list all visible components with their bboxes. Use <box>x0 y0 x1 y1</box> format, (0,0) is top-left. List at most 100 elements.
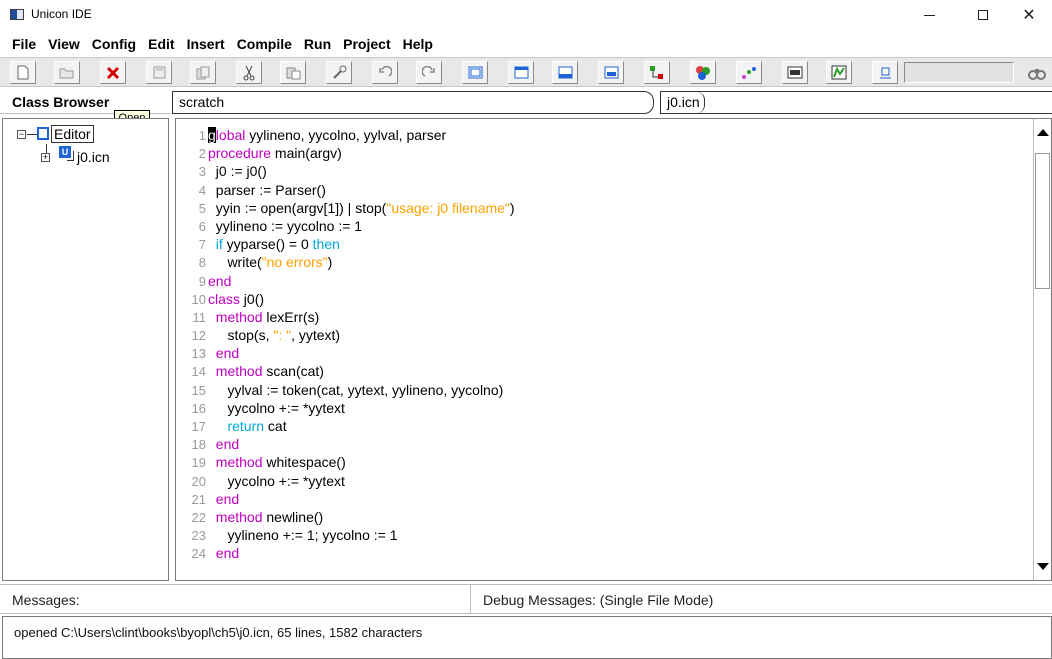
code-line[interactable]: 20 yycolno +:= *yytext <box>176 472 1031 490</box>
code-line[interactable]: 7 if yyparse() = 0 then <box>176 235 1031 253</box>
minimize-button[interactable] <box>906 0 952 30</box>
line-number: 12 <box>191 328 206 344</box>
compile-icon <box>650 66 663 79</box>
layout-4-button[interactable] <box>598 61 624 84</box>
code-token: main(argv) <box>271 145 342 162</box>
menu-edit[interactable]: Edit <box>142 34 180 54</box>
code-line[interactable]: 9 end <box>176 272 1031 290</box>
tab-scratch[interactable]: scratch <box>172 91 654 114</box>
line-number: 21 <box>191 491 206 507</box>
menu-help[interactable]: Help <box>397 34 439 54</box>
class-browser-label: Class Browser <box>12 94 110 110</box>
menu-project[interactable]: Project <box>337 34 396 54</box>
code-token: if <box>215 236 223 253</box>
expand-icon[interactable]: + <box>41 153 50 162</box>
code-line[interactable]: 2 procedure main(argv) <box>176 144 1031 162</box>
menu-compile[interactable]: Compile <box>231 34 298 54</box>
code-line[interactable]: 19 method whitespace() <box>176 453 1031 471</box>
line-number: 10 <box>191 291 206 307</box>
layout-1-button[interactable] <box>462 61 488 84</box>
code-token: , yytext) <box>291 327 341 344</box>
undo-button[interactable] <box>372 61 398 84</box>
close-button[interactable]: ✕ <box>1006 0 1052 30</box>
code-line[interactable]: 6 yylineno := yycolno := 1 <box>176 217 1031 235</box>
code-token: end <box>215 545 240 562</box>
paste-button[interactable] <box>280 61 306 84</box>
code-token: return <box>227 418 265 434</box>
link-button[interactable] <box>690 61 716 84</box>
line-number: 9 <box>198 273 206 289</box>
menu-file[interactable]: File <box>0 34 42 54</box>
code-line[interactable]: 15 yylval := token(cat, yytext, yylineno… <box>176 381 1031 399</box>
messages-header: Messages: Debug Messages: (Single File M… <box>0 584 1052 614</box>
code-token: write( <box>208 254 262 271</box>
scroll-up-icon[interactable] <box>1037 129 1049 136</box>
code-token: ) <box>509 199 515 216</box>
layout-4-icon <box>604 66 618 79</box>
code-token: scan(cat) <box>262 363 324 380</box>
toolbar-search-field[interactable] <box>904 62 1014 83</box>
messages-panel[interactable]: opened C:\Users\clint\books\byopl\ch5\j0… <box>2 616 1052 659</box>
scroll-down-icon[interactable] <box>1037 563 1049 570</box>
code-line[interactable]: 1 global yylineno, yycolno, yylval, parse… <box>176 126 1031 144</box>
code-line[interactable]: 3 j0 := j0() <box>176 162 1031 180</box>
code-token: parser := Parser() <box>208 181 326 198</box>
close-file-button[interactable] <box>100 61 126 84</box>
save-button[interactable] <box>146 61 172 84</box>
paste-icon <box>286 67 300 79</box>
collapse-icon[interactable]: − <box>17 130 26 139</box>
menu-insert[interactable]: Insert <box>181 34 231 54</box>
code-line[interactable]: 17 return cat <box>176 417 1031 435</box>
scroll-thumb[interactable] <box>1035 153 1050 289</box>
code-line[interactable]: 5 yyin := open(argv[1]) | stop("usage: j… <box>176 199 1031 217</box>
code-line[interactable]: 18 end <box>176 435 1031 453</box>
code-token: j0() <box>239 290 265 307</box>
new-file-button[interactable] <box>10 61 36 84</box>
compile-button[interactable] <box>644 61 670 84</box>
menu-config[interactable]: Config <box>86 34 142 54</box>
code-area[interactable]: 1 global yylineno, yycolno, yylval, parse… <box>176 126 1031 563</box>
code-line[interactable]: 12 stop(s, ": ", yytext) <box>176 326 1031 344</box>
maximize-button[interactable] <box>960 0 1006 30</box>
code-editor[interactable]: 1 global yylineno, yycolno, yylval, parse… <box>175 118 1052 581</box>
line-number: 4 <box>198 182 206 198</box>
code-line[interactable]: 11 method lexErr(s) <box>176 308 1031 326</box>
layout-2-button[interactable] <box>508 61 534 84</box>
code-line[interactable]: 23 yylineno +:= 1; yycolno := 1 <box>176 526 1031 544</box>
export-button[interactable] <box>872 61 898 84</box>
redo-button[interactable] <box>416 61 442 84</box>
code-token: yylval := token(cat, yytext, yylineno, y… <box>208 381 504 398</box>
code-line[interactable]: 4 parser := Parser() <box>176 181 1031 199</box>
cut-button[interactable] <box>236 61 262 84</box>
code-line[interactable]: 13 end <box>176 344 1031 362</box>
menu-run[interactable]: Run <box>298 34 337 54</box>
code-line[interactable]: 21 end <box>176 490 1031 508</box>
code-token: ) <box>327 254 333 271</box>
copy-doc-button[interactable] <box>190 61 216 84</box>
code-line[interactable]: 22 method newline() <box>176 508 1031 526</box>
menu-bar: File View Config Edit Insert Compile Run… <box>0 34 439 54</box>
code-line[interactable]: 24 end <box>176 544 1031 562</box>
project-button[interactable] <box>826 61 852 84</box>
code-line[interactable]: 16 yycolno +:= *yytext <box>176 399 1031 417</box>
app-icon <box>10 9 24 20</box>
run-button[interactable] <box>736 61 762 84</box>
code-line[interactable]: 8 write("no errors") <box>176 253 1031 271</box>
find-replace-button[interactable] <box>326 61 352 84</box>
code-token: "no errors" <box>261 254 328 271</box>
menu-view[interactable]: View <box>42 34 86 54</box>
terminal-button[interactable] <box>782 61 808 84</box>
find-button[interactable] <box>1026 63 1048 83</box>
export-icon <box>879 67 891 78</box>
open-folder-button[interactable] <box>54 61 80 84</box>
layout-3-button[interactable] <box>552 61 578 84</box>
tab-scratch-label: scratch <box>179 94 225 110</box>
vertical-scrollbar[interactable] <box>1033 119 1051 580</box>
tab-j0-icn[interactable]: j0.icn <box>660 91 1052 114</box>
code-line[interactable]: 14 method scan(cat) <box>176 362 1031 380</box>
code-line[interactable]: 10 class j0() <box>176 290 1031 308</box>
